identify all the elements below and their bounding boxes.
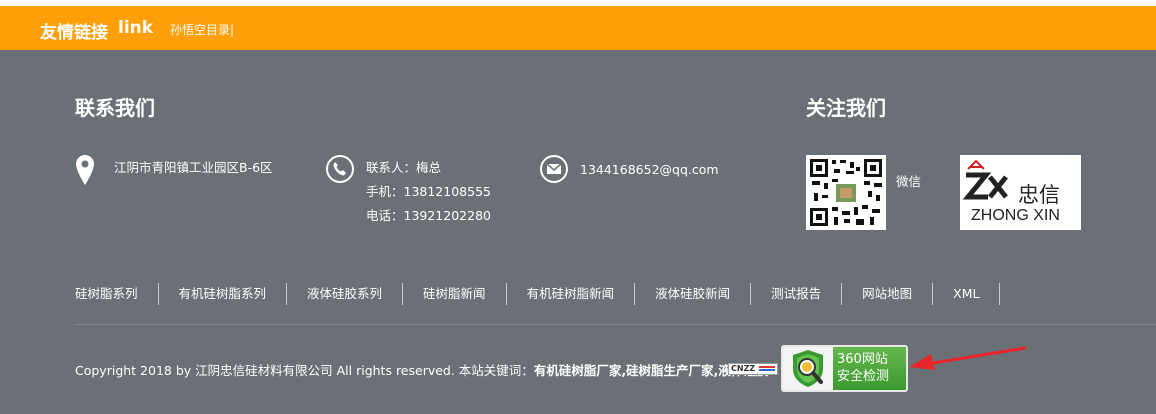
cnzz-stats-badge[interactable]: CNZZ <box>728 363 778 375</box>
cnzz-label: CNZZ <box>731 364 756 373</box>
footer-divider <box>75 324 1156 325</box>
phone-number: 电话：13921202280 <box>366 208 491 223</box>
mail-icon <box>540 155 568 183</box>
friend-links-subtitle: link <box>118 18 154 38</box>
nav-item[interactable]: 测试报告 <box>751 283 843 305</box>
badge-line1: 360网站 <box>837 352 888 367</box>
nav-item[interactable]: 液体硅胶系列 <box>287 283 404 305</box>
security-check-badge[interactable]: 360网站 安全检测 <box>781 345 908 392</box>
wechat-qr-code <box>806 155 886 230</box>
nav-item[interactable]: 硅树脂系列 <box>75 283 159 305</box>
copyright-text: Copyright 2018 by 江阴忠信硅材料有限公司 All rights… <box>75 360 768 379</box>
wechat-label: 微信 <box>896 174 922 189</box>
shield-magnifier-icon <box>783 347 833 390</box>
nav-item[interactable]: 有机硅树脂系列 <box>159 283 288 305</box>
friend-link-item[interactable]: 孙悟空目录| <box>170 21 234 38</box>
phone-icon <box>326 155 354 183</box>
company-logo: 忠信 ZHONG XIN <box>960 155 1081 230</box>
footer-nav: 硅树脂系列 有机硅树脂系列 液体硅胶系列 硅树脂新闻 有机硅树脂新闻 液体硅胶新… <box>75 282 1001 306</box>
red-arrow-annotation <box>909 346 1027 370</box>
nav-item[interactable]: 有机硅树脂新闻 <box>507 283 636 305</box>
mobile-number: 手机：13812108555 <box>366 184 491 199</box>
follow-heading: 关注我们 <box>806 96 886 120</box>
logo-text-en: ZHONG XIN <box>971 207 1060 224</box>
nav-item[interactable]: 网站地图 <box>842 283 934 305</box>
address-text: 江阴市青阳镇工业园区B-6区 <box>114 160 273 175</box>
nav-item[interactable]: XML <box>933 283 1001 305</box>
friend-links-bar: 友情链接 link 孙悟空目录| <box>0 6 1156 50</box>
badge-line2: 安全检测 <box>837 369 890 384</box>
contact-heading: 联系我们 <box>75 96 155 120</box>
copyright-statement: Copyright 2018 by 江阴忠信硅材料有限公司 All rights… <box>75 363 534 378</box>
email-link[interactable]: 1344168652@qq.com <box>580 158 719 182</box>
contact-person: 联系人：梅总 <box>366 160 442 175</box>
friend-links-title: 友情链接 <box>40 23 108 43</box>
nav-item[interactable]: 液体硅胶新闻 <box>635 283 752 305</box>
logo-text-cn: 忠信 <box>1018 183 1060 207</box>
location-pin-icon <box>76 155 94 185</box>
nav-item[interactable]: 硅树脂新闻 <box>403 283 507 305</box>
